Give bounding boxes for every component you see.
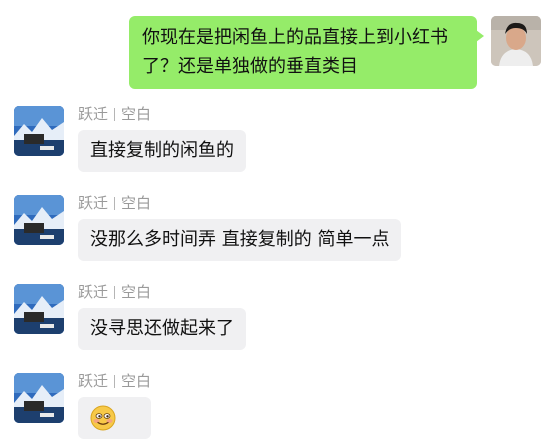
sender-nickname: 跃迁 — [78, 372, 109, 390]
outgoing-message-row: 你现在是把闲鱼上的品直接上到小红书了？还是单独做的垂直类目 — [129, 16, 541, 89]
sender-remark: 空白 — [121, 372, 152, 390]
self-avatar[interactable] — [491, 16, 541, 66]
incoming-message-bubble[interactable]: 直接复制的闲鱼的 — [78, 130, 246, 172]
chat-history: 你现在是把闲鱼上的品直接上到小红书了？还是单独做的垂直类目 跃迁 空白 直接复制… — [0, 0, 555, 447]
sender-remark: 空白 — [121, 105, 152, 123]
outgoing-message-bubble[interactable]: 你现在是把闲鱼上的品直接上到小红书了？还是单独做的垂直类目 — [129, 16, 484, 89]
incoming-message-text: 直接复制的闲鱼的 — [90, 140, 234, 161]
incoming-message-row: 跃迁 空白 没那么多时间弄 直接复制的 简单一点 — [14, 193, 402, 261]
sender-separator — [114, 374, 116, 388]
incoming-message-row: 跃迁 空白 — [14, 371, 152, 439]
sender-separator — [114, 107, 116, 121]
outgoing-message-text: 你现在是把闲鱼上的品直接上到小红书了？还是单独做的垂直类目 — [142, 27, 448, 77]
peer-avatar[interactable] — [14, 373, 64, 423]
embarrassed-smile-emoji-icon — [90, 405, 116, 431]
incoming-message-row: 跃迁 空白 直接复制的闲鱼的 — [14, 104, 246, 172]
peer-avatar[interactable] — [14, 106, 64, 156]
incoming-emoji-bubble[interactable] — [78, 397, 152, 439]
sender-separator — [114, 196, 116, 210]
sender-separator — [114, 285, 116, 299]
incoming-message-text: 没那么多时间弄 直接复制的 简单一点 — [90, 229, 390, 250]
incoming-message-row: 跃迁 空白 没寻思还做起来了 — [14, 282, 246, 350]
sender-name: 跃迁 空白 — [78, 104, 246, 124]
sender-remark: 空白 — [121, 283, 152, 301]
incoming-message-text: 没寻思还做起来了 — [90, 318, 234, 339]
sender-name: 跃迁 空白 — [78, 282, 246, 302]
incoming-message-bubble[interactable]: 没那么多时间弄 直接复制的 简单一点 — [78, 219, 402, 261]
sender-nickname: 跃迁 — [78, 283, 109, 301]
peer-avatar[interactable] — [14, 195, 64, 245]
incoming-message-bubble[interactable]: 没寻思还做起来了 — [78, 308, 246, 350]
sender-nickname: 跃迁 — [78, 105, 109, 123]
sender-remark: 空白 — [121, 194, 152, 212]
sender-nickname: 跃迁 — [78, 194, 109, 212]
peer-avatar[interactable] — [14, 284, 64, 334]
sender-name: 跃迁 空白 — [78, 371, 151, 391]
sender-name: 跃迁 空白 — [78, 193, 401, 213]
